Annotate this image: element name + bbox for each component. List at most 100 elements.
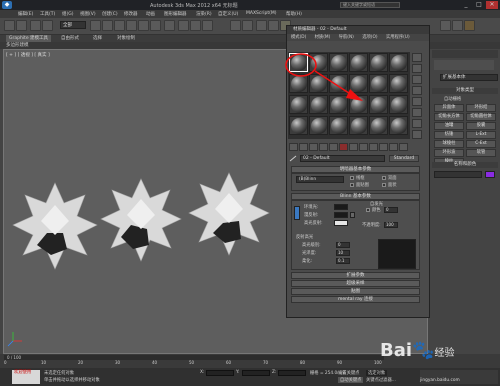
menu-item[interactable]: MAXScript(M) <box>246 11 277 16</box>
material-sample-slot[interactable] <box>349 116 368 135</box>
mental-ray-rollout[interactable]: mental ray 连接 <box>291 296 420 303</box>
name-color-rollout[interactable]: 名称和颜色 <box>432 162 498 168</box>
rendered-frame-icon[interactable] <box>452 20 463 31</box>
z-coord-field[interactable] <box>278 370 306 376</box>
search-input[interactable]: 键入关键字或短语 <box>340 2 400 8</box>
material-sample-slot[interactable] <box>329 116 348 135</box>
ribbon-tab[interactable]: Graphite 建模工具 <box>6 35 52 42</box>
menu-item[interactable]: 视图(V) <box>80 11 96 17</box>
undo-icon[interactable] <box>4 20 15 31</box>
material-side-tool-icon[interactable] <box>412 53 422 62</box>
material-side-tool-icon[interactable] <box>412 97 422 106</box>
command-panel-tabs[interactable] <box>432 50 498 58</box>
material-toolbar-icon[interactable] <box>359 143 368 151</box>
maxscript-listener[interactable]: 欢迎使用 <box>12 370 40 384</box>
eyedropper-icon[interactable] <box>288 155 298 162</box>
supersampling-rollout[interactable]: 超级采样 <box>291 280 420 287</box>
selection-filter-dropdown[interactable]: 全部 <box>60 21 86 29</box>
menu-mode[interactable]: 模式(D) <box>291 35 306 40</box>
material-toolbar-icon[interactable] <box>309 143 318 151</box>
material-type-button[interactable]: Standard <box>389 155 419 162</box>
object-type-button[interactable]: 切角圆柱体 <box>466 113 496 121</box>
object-type-button[interactable]: 异面体 <box>434 104 464 112</box>
render-icon[interactable] <box>464 20 475 31</box>
snap-icon[interactable] <box>178 20 189 31</box>
select-object-icon[interactable] <box>90 20 101 31</box>
material-sample-slot[interactable] <box>389 95 408 114</box>
maximize-button[interactable]: □ <box>473 1 485 9</box>
material-name-field[interactable]: 02 - Default <box>300 155 385 162</box>
menu-item[interactable]: 工具(T) <box>40 11 55 17</box>
specular-color-swatch[interactable] <box>334 220 348 226</box>
material-side-tool-icon[interactable] <box>412 86 422 95</box>
layer-icon[interactable] <box>256 20 267 31</box>
material-toolbar-icon[interactable] <box>369 143 378 151</box>
close-button[interactable]: ✕ <box>486 1 498 9</box>
ribbon-tab[interactable]: 选择 <box>90 35 105 42</box>
object-type-button[interactable]: 纺锤 <box>434 131 464 139</box>
percent-snap-icon[interactable] <box>202 20 213 31</box>
curve-editor-icon[interactable] <box>268 20 279 31</box>
menu-utilities[interactable]: 实用程序(U) <box>386 35 410 40</box>
diffuse-map-button[interactable] <box>350 212 355 218</box>
wire-checkbox[interactable] <box>350 176 354 180</box>
align-icon[interactable] <box>242 20 253 31</box>
ribbon-tab[interactable]: 对象绘制 <box>114 35 138 42</box>
material-sample-slot[interactable] <box>369 116 388 135</box>
soften-spinner[interactable]: 0.1 <box>336 258 350 264</box>
select-by-name-icon[interactable] <box>102 20 113 31</box>
object-type-button[interactable]: 油罐 <box>434 122 464 130</box>
minimize-button[interactable]: _ <box>460 1 472 9</box>
object-type-button[interactable]: 球棱柱 <box>434 140 464 148</box>
ribbon-tab[interactable]: 自由形式 <box>58 35 82 42</box>
glossiness-spinner[interactable]: 10 <box>336 250 350 256</box>
material-sample-slot[interactable] <box>389 74 408 93</box>
material-sample-slot[interactable] <box>389 53 408 72</box>
menu-item[interactable]: 编辑(E) <box>18 11 33 17</box>
menu-item[interactable]: 组(G) <box>62 11 74 17</box>
mirror-icon[interactable] <box>230 20 241 31</box>
menu-item[interactable]: 创建(C) <box>102 11 118 17</box>
key-filters-button[interactable]: 关键点过滤器... <box>366 377 396 383</box>
specular-level-spinner[interactable]: 0 <box>336 242 350 248</box>
object-color-swatch[interactable] <box>485 171 495 178</box>
star-object-3[interactable] <box>188 172 270 256</box>
material-toolbar-icon[interactable] <box>399 143 408 151</box>
ambient-color-swatch[interactable] <box>334 204 348 210</box>
menu-item[interactable]: 渲染(R) <box>196 11 212 17</box>
maps-rollout[interactable]: 贴图 <box>291 288 420 295</box>
star-object-1[interactable] <box>12 182 98 270</box>
star-object-2[interactable] <box>100 178 182 262</box>
self-illum-color-checkbox[interactable] <box>366 208 370 212</box>
faceted-checkbox[interactable] <box>382 183 386 187</box>
two-sided-checkbox[interactable] <box>382 176 386 180</box>
render-setup-icon[interactable] <box>440 20 451 31</box>
primitive-type-dropdown[interactable]: 扩展基本体 <box>440 74 498 81</box>
menu-navigation[interactable]: 导航(N) <box>339 35 354 40</box>
move-icon[interactable] <box>126 20 137 31</box>
redo-icon[interactable] <box>16 20 27 31</box>
material-toolbar-icon[interactable] <box>379 143 388 151</box>
material-toolbar-icon[interactable] <box>349 143 358 151</box>
material-side-tool-icon[interactable] <box>412 108 422 117</box>
material-toolbar-icon[interactable] <box>319 143 328 151</box>
material-side-tool-icon[interactable] <box>412 64 422 73</box>
material-toolbar-icon[interactable] <box>389 143 398 151</box>
material-toolbar-icon[interactable] <box>329 143 338 151</box>
material-side-tool-icon[interactable] <box>412 119 422 128</box>
angle-snap-icon[interactable] <box>190 20 201 31</box>
rect-select-icon[interactable] <box>114 20 125 31</box>
material-toolbar-icon[interactable] <box>299 143 308 151</box>
material-sample-slot[interactable] <box>389 116 408 135</box>
material-side-tool-icon[interactable] <box>412 130 422 139</box>
select-link-icon[interactable] <box>30 20 41 31</box>
self-illum-spinner[interactable]: 0 <box>384 207 398 213</box>
menu-options[interactable]: 选项(O) <box>362 35 377 40</box>
set-key-label[interactable]: 设置关键点 <box>338 370 359 376</box>
diffuse-color-swatch[interactable] <box>334 212 348 218</box>
material-sample-slot[interactable] <box>309 116 328 135</box>
object-type-button[interactable]: 环形结 <box>466 104 496 112</box>
menu-item[interactable]: 自定义(U) <box>218 11 238 17</box>
opacity-spinner[interactable]: 100 <box>384 222 398 228</box>
lock-ambient-diffuse-icon[interactable] <box>294 206 300 220</box>
